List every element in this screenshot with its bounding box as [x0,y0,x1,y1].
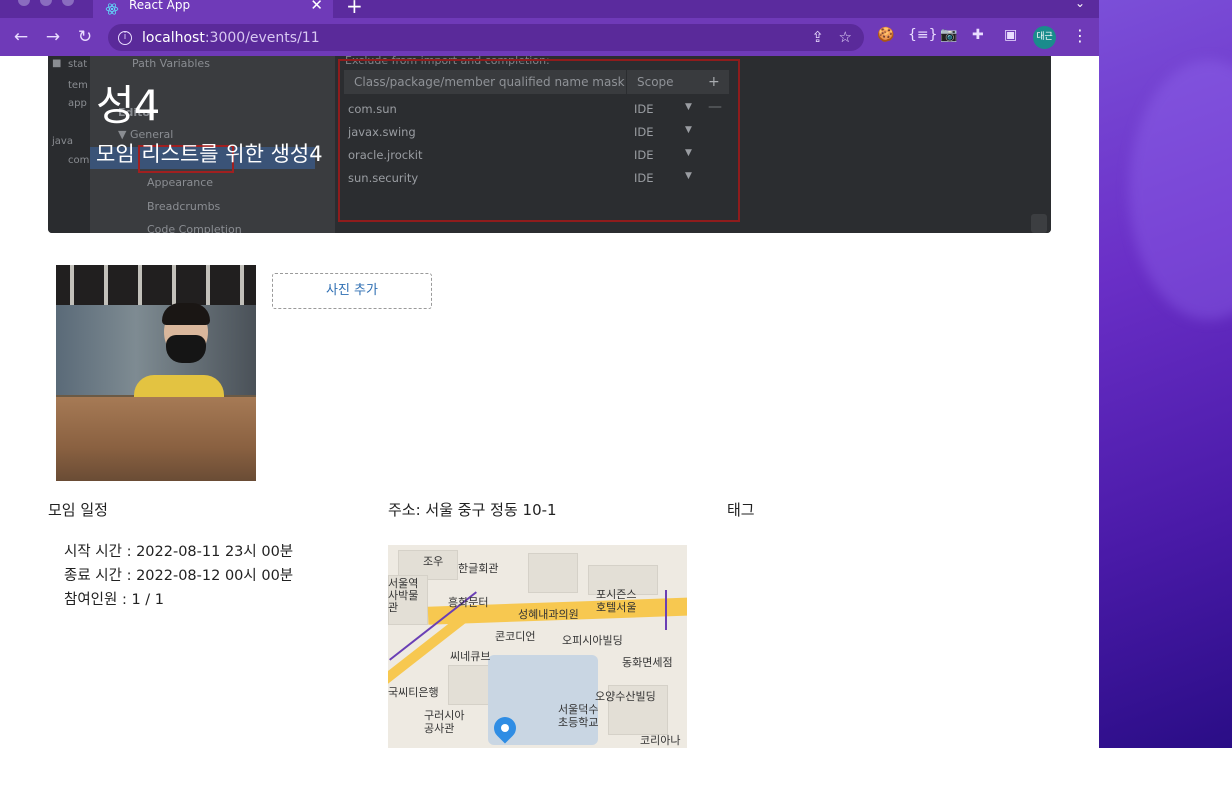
url-host: localhost [142,29,205,46]
minus-icon: — [708,99,722,115]
add-photo-button[interactable]: 사진 추가 [272,273,432,309]
row-name: com.sun [348,102,397,116]
map-label: 동화면세점 [622,656,673,669]
end-time: 종료 시간 : 2022-08-12 00시 00분 [64,568,294,584]
map-label: 서울덕수초등학교 [558,703,599,729]
more-menu-icon[interactable]: ⋮ [1072,26,1088,45]
desktop-background [1099,0,1232,748]
column-header: Scope [637,75,674,89]
map-label: 씨네큐브 [450,650,491,663]
map-label: 흥화문터 [448,596,489,609]
screen-bottom [0,748,1232,812]
ide-exclusion-panel: Exclude from import and completion: Clas… [335,56,1051,233]
row-scope: IDE [634,102,654,116]
folder-icon: ■ [52,58,62,69]
row-name: oracle.jrockit [348,148,423,162]
map-label: 오양수산빌딩 [595,690,656,703]
ide-left-item: stat [68,59,88,70]
cookie-extension-icon[interactable]: 🍪 [877,27,894,43]
row-name: sun.security [348,171,419,185]
schedule-label: 모임 일정 [48,501,108,519]
row-scope: IDE [634,148,654,162]
url-path: :3000/events/11 [204,29,320,46]
tab-react-app[interactable]: React App ✕ [93,0,333,18]
tree-item: Code Completion [147,223,242,233]
column-header: Class/package/member qualified name mask [344,70,627,94]
map-label: 콘코디언 [495,630,536,643]
ide-left-item: app [68,98,87,109]
subway-line [665,590,667,630]
close-window-button[interactable] [18,0,30,6]
row-scope: IDE [634,125,654,139]
row-scope: IDE [634,171,654,185]
event-description: 모임 리스트를 위한 생성4 [96,142,323,166]
tags-label: 태그 [727,501,755,519]
sidebar-panel-icon[interactable]: ▣ [1004,27,1017,43]
back-arrow-icon[interactable]: ← [10,26,32,48]
photo-part [56,265,256,305]
react-icon [105,3,119,15]
profile-avatar[interactable]: 대근 [1033,26,1056,49]
new-tab-button[interactable]: + [346,0,363,18]
address-bar[interactable]: i localhost:3000/events/11 ⇪ ☆ [108,24,864,51]
maximize-window-button[interactable] [62,0,74,6]
map-label: 국씨티은행 [388,686,439,699]
tree-item: Appearance [147,176,214,189]
puzzle-extensions-icon[interactable]: ✚ [972,27,984,43]
map-label: 한글회관 [458,562,499,575]
tab-title: React App [129,0,191,12]
photo-part [162,303,210,325]
site-info-icon[interactable]: i [118,30,132,45]
chevron-down-icon[interactable]: ⌄ [1075,0,1085,10]
browser-window: React App ✕ + ⌄ ← → ↻ i localhost:3000/e… [0,0,1099,748]
map-label: 오피시아빌딩 [562,634,623,647]
table-header: Class/package/member qualified name mask… [344,70,729,94]
ide-left-item: tem [68,80,88,91]
dropdown-arrow-icon: ▼ [685,125,692,135]
map-label: 조우 [423,555,444,568]
dropdown-arrow-icon: ▼ [685,102,692,112]
minimize-window-button[interactable] [40,0,52,6]
scrollbar [1031,214,1047,233]
location-map[interactable]: 조우 한글회관 서울역사박물관 흥화문터 포시즌스호텔서울 성혜내과의원 콘코디… [388,545,687,748]
dropdown-arrow-icon: ▼ [685,171,692,181]
photo-part [56,397,256,481]
forward-arrow-icon[interactable]: → [42,26,64,48]
event-photo[interactable] [56,265,256,481]
start-time: 시작 시간 : 2022-08-11 23시 00분 [64,544,294,560]
bookmark-star-icon[interactable]: ☆ [839,28,852,46]
camera-extension-icon[interactable]: 📷 [940,27,957,43]
table-row: oracle.jrockit IDE ▼ [348,148,708,162]
reload-icon[interactable]: ↻ [74,26,96,48]
plus-icon: + [708,74,720,90]
address-label: 주소: 서울 중구 정동 10-1 [388,501,557,519]
ide-project-panel: ■ stat tem app java com [48,56,90,233]
map-block [528,553,578,593]
close-tab-icon[interactable]: ✕ [310,0,323,14]
tree-item: Breadcrumbs [147,200,221,213]
map-label: 성혜내과의원 [518,608,579,621]
window-controls[interactable] [18,0,74,6]
map-label: 코리아나 [640,734,681,747]
share-icon[interactable]: ⇪ [811,28,824,46]
browser-toolbar: ← → ↻ i localhost:3000/events/11 ⇪ ☆ 🍪 {… [0,18,1099,56]
redux-extension-icon[interactable]: {≡} [908,27,938,43]
map-label: 구러시아공사관 [424,709,465,735]
map-label: 포시즌스호텔서울 [596,588,637,614]
participant-count: 참여인원 : 1 / 1 [64,592,165,608]
table-row: com.sun IDE ▼ [348,102,708,116]
tab-bar: React App ✕ + ⌄ [0,0,1099,18]
tree-item: Path Variables [132,57,210,70]
row-name: javax.swing [348,125,416,139]
event-title: 성4 [96,81,160,130]
map-label: 서울역사박물관 [388,577,419,614]
photo-part [166,335,206,363]
ide-left-item: java [52,136,73,147]
table-row: sun.security IDE ▼ [348,171,708,185]
dropdown-arrow-icon: ▼ [685,148,692,158]
ide-left-item: com [68,155,90,166]
page-content: ■ stat tem app java com Path Variables E… [0,56,1099,748]
table-row: javax.swing IDE ▼ [348,125,708,139]
